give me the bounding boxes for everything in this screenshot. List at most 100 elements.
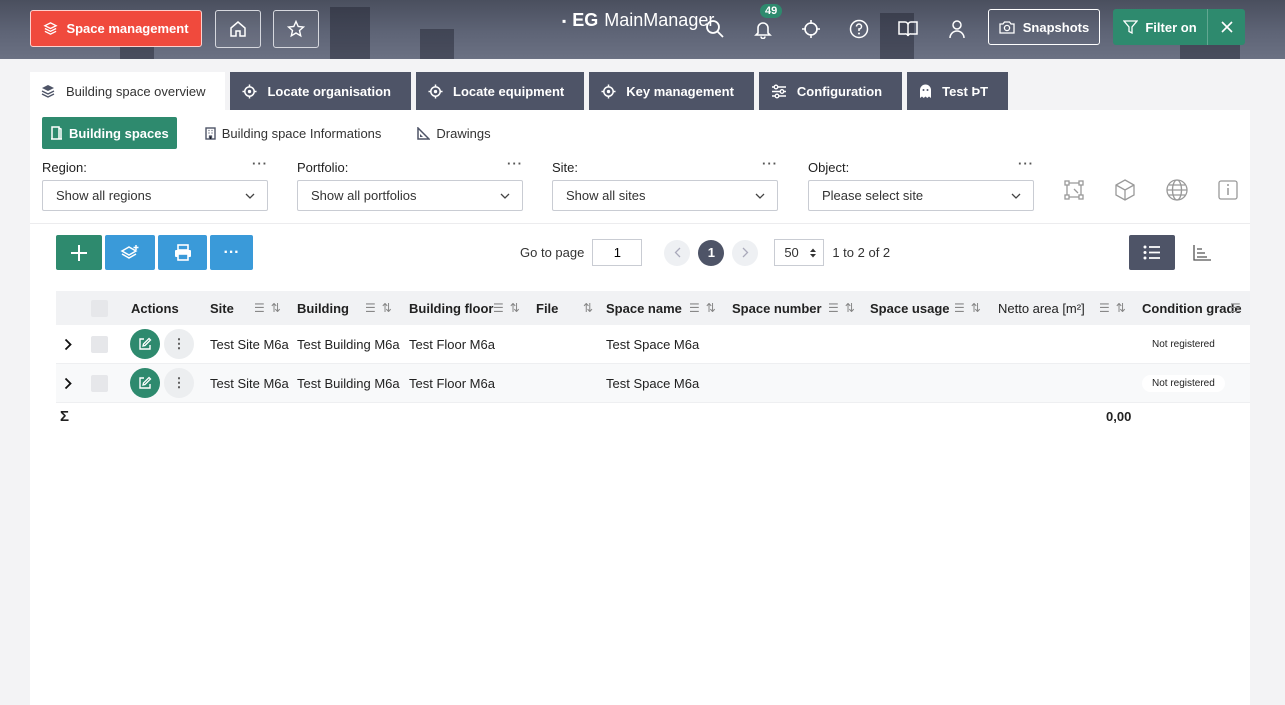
logo-mark-icon: ▪ — [562, 13, 567, 28]
subtab-label: Drawings — [436, 125, 491, 141]
sort-icons[interactable]: ☰ ⇅ — [828, 301, 855, 315]
cell-condition-grade: Not registered — [1142, 364, 1225, 402]
table-row[interactable]: ⋮ Test Site M6a Test Building M6a Test F… — [56, 364, 1250, 403]
home-button[interactable] — [215, 10, 261, 48]
space-table: Actions Site ☰ ⇅ Building ☰ ⇅ Building flo… — [56, 291, 1250, 429]
select-all-checkbox[interactable] — [91, 291, 108, 325]
tab-configuration[interactable]: Configuration — [758, 72, 903, 110]
cell-site: Test Site M6a — [210, 336, 289, 352]
tab-label: Locate organisation — [267, 83, 391, 99]
row-checkbox[interactable] — [91, 364, 108, 402]
space-management-button[interactable]: Space management — [30, 10, 202, 47]
add-layer-button[interactable] — [105, 235, 155, 270]
expand-row-button[interactable] — [64, 364, 72, 402]
cell-building-floor: Test Floor M6a — [409, 336, 495, 352]
prev-page-button[interactable] — [664, 239, 691, 266]
checkbox-box — [91, 299, 108, 317]
page-input[interactable] — [592, 239, 643, 266]
header-space-usage[interactable]: Space usage — [870, 291, 950, 325]
header-space-name[interactable]: Space name — [606, 291, 682, 325]
subtab-drawings[interactable]: Drawings — [409, 117, 498, 149]
sort-icons[interactable]: ☰ — [1230, 301, 1241, 315]
go-to-page-label: Go to page — [520, 245, 585, 260]
more-actions-button[interactable]: ··· — [210, 235, 253, 270]
sort-icons[interactable]: ☰ ⇅ — [1099, 301, 1126, 315]
logo-text: MainManager — [604, 10, 715, 30]
locate-button[interactable] — [797, 15, 825, 43]
sort-icon: ⇅ — [970, 301, 981, 315]
add-button[interactable] — [56, 235, 102, 270]
page-size-value: 50 — [784, 245, 799, 260]
3d-view-button[interactable] — [1112, 177, 1138, 203]
sort-icons[interactable]: ☰ ⇅ — [954, 301, 981, 315]
tab-locate-equipment[interactable]: Locate equipment — [416, 72, 585, 110]
sum-symbol: Σ — [60, 407, 70, 425]
list-view-button[interactable] — [1129, 235, 1175, 270]
row-more-button[interactable]: ⋮ — [164, 329, 194, 359]
header-condition-grade[interactable]: Condition grade — [1142, 291, 1242, 325]
help-button[interactable] — [845, 15, 873, 43]
help-icon — [849, 19, 869, 39]
edit-icon — [139, 337, 152, 350]
subtab-label: Building space Informations — [221, 125, 382, 141]
tab-test[interactable]: Test ÞT — [907, 72, 1009, 110]
portfolio-more-button[interactable]: ··· — [507, 156, 523, 177]
header-file[interactable]: File — [536, 291, 558, 325]
chart-view-button[interactable] — [1179, 235, 1225, 270]
vertical-ellipsis-icon: ⋮ — [172, 336, 186, 351]
sort-icons[interactable]: ⇅ — [583, 301, 593, 315]
filter-on-button[interactable]: Filter on — [1113, 9, 1207, 45]
object-select[interactable]: Please select site — [808, 180, 1034, 211]
close-icon — [1220, 21, 1233, 33]
map-view-button[interactable] — [1164, 177, 1190, 203]
sort-icon: ⇅ — [705, 301, 716, 315]
header-building-floor[interactable]: Building floor — [409, 291, 493, 325]
header-space-number[interactable]: Space number — [732, 291, 822, 325]
sort-icons[interactable]: ☰ ⇅ — [689, 301, 716, 315]
favorites-button[interactable] — [273, 10, 319, 48]
sort-icons[interactable]: ☰ ⇅ — [493, 301, 520, 315]
header-site[interactable]: Site — [210, 291, 234, 325]
floorplan-view-button[interactable] — [1061, 177, 1087, 203]
table-row[interactable]: ⋮ Test Site M6a Test Building M6a Test F… — [56, 325, 1250, 364]
user-button[interactable] — [943, 15, 971, 43]
print-button[interactable] — [158, 235, 207, 270]
tab-locate-organisation[interactable]: Locate organisation — [230, 72, 411, 110]
current-page[interactable]: 1 — [698, 239, 725, 266]
snapshots-label: Snapshots — [1022, 19, 1090, 35]
site-select[interactable]: Show all sites — [552, 180, 778, 211]
clear-filter-button[interactable] — [1207, 9, 1245, 45]
checkbox-box — [91, 374, 108, 392]
region-select[interactable]: Show all regions — [42, 180, 268, 211]
sort-icons[interactable]: ☰ ⇅ — [254, 301, 281, 315]
row-actions: ⋮ — [130, 325, 194, 363]
row-checkbox[interactable] — [91, 325, 108, 363]
expand-row-button[interactable] — [64, 325, 72, 363]
object-more-button[interactable]: ··· — [1018, 156, 1034, 177]
search-button[interactable] — [701, 15, 729, 43]
header-building[interactable]: Building — [297, 291, 349, 325]
manual-button[interactable] — [894, 15, 922, 43]
header-netto-area[interactable]: Netto area [m²] — [998, 291, 1085, 325]
next-page-button[interactable] — [732, 239, 759, 266]
notifications-button[interactable] — [749, 15, 777, 43]
site-more-button[interactable]: ··· — [762, 156, 778, 177]
menu-icon: ☰ — [828, 301, 839, 315]
region-more-button[interactable]: ··· — [252, 156, 268, 177]
info-view-button[interactable] — [1215, 177, 1241, 203]
sort-icons[interactable]: ☰ ⇅ — [365, 301, 392, 315]
layers-icon — [43, 22, 59, 35]
layers-icon — [41, 85, 55, 98]
content-panel: Building spaces Building space Informati… — [30, 110, 1250, 705]
tab-key-management[interactable]: Key management — [589, 72, 754, 110]
door-icon — [51, 126, 62, 140]
snapshots-button[interactable]: Snapshots — [988, 9, 1100, 45]
subtab-building-spaces[interactable]: Building spaces — [42, 117, 177, 149]
edit-button[interactable] — [130, 329, 160, 359]
row-more-button[interactable]: ⋮ — [164, 368, 194, 398]
edit-button[interactable] — [130, 368, 160, 398]
tab-building-space-overview[interactable]: Building space overview — [30, 72, 226, 110]
subtab-building-space-informations[interactable]: Building space Informations — [197, 117, 390, 149]
page-size-select[interactable]: 50 — [774, 239, 825, 266]
portfolio-select[interactable]: Show all portfolios — [297, 180, 523, 211]
